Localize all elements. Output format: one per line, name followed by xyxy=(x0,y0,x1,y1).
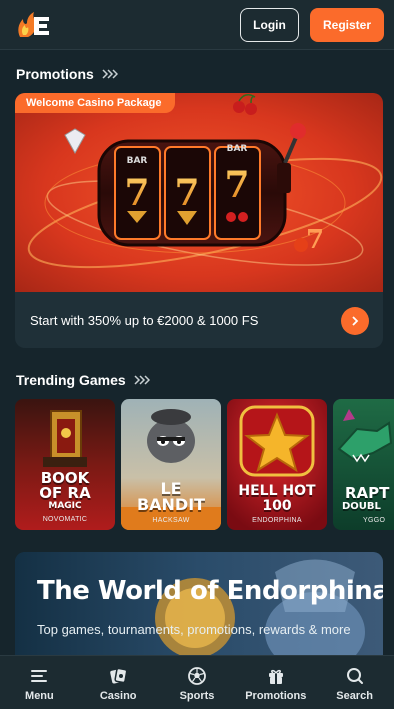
nav-item-menu[interactable]: Menu xyxy=(0,656,79,709)
game-title-line3: MAGIC xyxy=(48,501,82,511)
promo-description: Start with 350% up to €2000 & 1000 FS xyxy=(30,313,259,328)
game-tile-book-of-ra-magic[interactable]: BOOK OF RA MAGIC NOVOMATIC xyxy=(15,399,115,530)
game-provider: HACKSAW xyxy=(152,517,190,524)
double-chevron-right-icon xyxy=(134,375,150,385)
nav-item-sports[interactable]: Sports xyxy=(158,656,237,709)
nav-label: Sports xyxy=(179,690,215,702)
svg-text:BAR: BAR xyxy=(127,156,148,166)
nav-label: Menu xyxy=(25,690,54,702)
trending-games-heading[interactable]: Trending Games xyxy=(16,372,150,388)
world-banner-description: Top games, tournaments, promotions, rewa… xyxy=(37,622,351,637)
game-tile-raptor-doublemax[interactable]: RAPT DOUBL YGGO xyxy=(333,399,394,530)
game-title-line2: 100 xyxy=(262,498,292,514)
world-of-endorphina-banner[interactable]: The World of Endorphina Top games, tourn… xyxy=(15,552,383,662)
casino-icon xyxy=(110,667,128,684)
game-title-line1: RAPT xyxy=(345,484,390,502)
game-title-line2: DOUBL xyxy=(342,501,381,512)
menu-icon xyxy=(31,670,48,682)
flame-e-logo[interactable] xyxy=(16,11,52,39)
svg-text:BAR: BAR xyxy=(227,144,248,154)
promo-arrow-button[interactable] xyxy=(341,307,369,335)
game-title-line2: OF RA xyxy=(39,484,91,502)
banner-art xyxy=(15,552,383,662)
trending-games-title: Trending Games xyxy=(16,372,126,388)
slot-machine-illustration: BAR BAR 7 7 7 7 xyxy=(15,93,383,292)
promo-tag: Welcome Casino Package xyxy=(15,93,175,113)
promotions-heading[interactable]: Promotions xyxy=(16,66,118,82)
svg-text:7: 7 xyxy=(306,225,324,255)
game-title-line2: BANDIT xyxy=(136,495,206,514)
register-button[interactable]: Register xyxy=(310,8,384,42)
game-provider: NOVOMATIC xyxy=(42,516,88,523)
bottom-navigation: Menu Casino Sports Promotions Search xyxy=(0,655,394,709)
login-button[interactable]: Login xyxy=(240,8,299,42)
game-provider: ENDORPHINA xyxy=(252,517,302,524)
nav-item-casino[interactable]: Casino xyxy=(79,656,158,709)
search-icon xyxy=(346,668,363,684)
promotions-title: Promotions xyxy=(16,66,94,82)
svg-text:7: 7 xyxy=(174,172,199,214)
chevron-right-icon xyxy=(352,316,359,326)
top-header: Login Register xyxy=(0,0,394,50)
double-chevron-right-icon xyxy=(102,69,118,79)
soccer-ball-icon xyxy=(188,667,206,685)
gift-icon xyxy=(268,669,283,684)
game-tile-hell-hot-100[interactable]: HELL HOT 100 ENDORPHINA xyxy=(227,399,327,530)
nav-item-promotions[interactable]: Promotions xyxy=(236,656,315,709)
svg-text:7: 7 xyxy=(124,172,149,214)
promo-card[interactable]: BAR BAR 7 7 7 7 Welcome Casino Package S… xyxy=(15,93,383,348)
nav-label: Casino xyxy=(99,690,137,702)
nav-item-search[interactable]: Search xyxy=(315,656,394,709)
svg-text:7: 7 xyxy=(224,164,249,206)
nav-label: Search xyxy=(336,690,373,702)
game-title-line1: HELL HOT xyxy=(238,483,316,499)
nav-label: Promotions xyxy=(245,690,307,702)
game-provider: YGGO xyxy=(363,517,386,524)
world-banner-title: The World of Endorphina xyxy=(37,576,383,606)
game-tile-le-bandit[interactable]: LE BANDIT HACKSAW xyxy=(121,399,221,530)
